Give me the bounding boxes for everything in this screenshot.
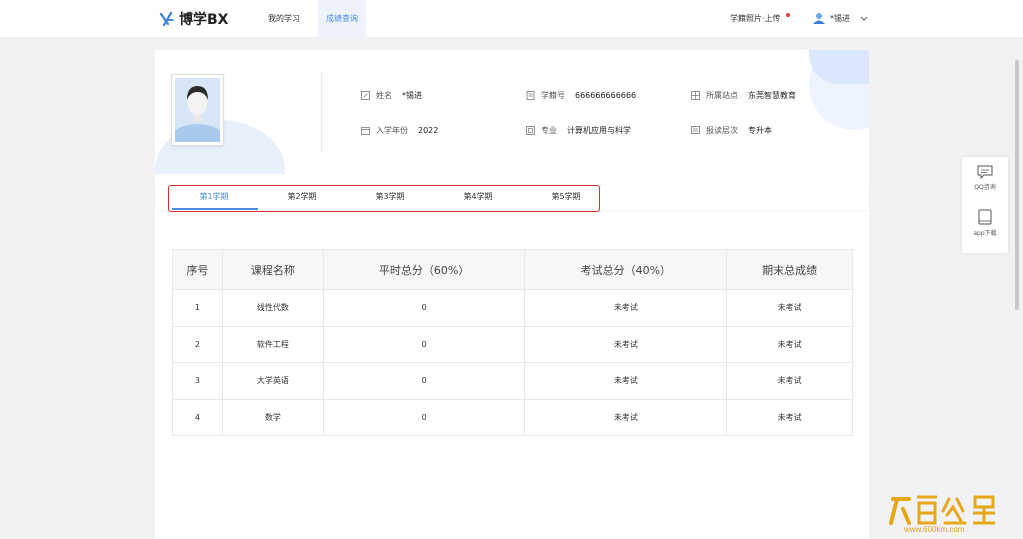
cell-final: 未考试	[726, 289, 853, 327]
cell-index: 3	[172, 362, 223, 400]
header-regular-score: 平时总分（60%）	[322, 249, 526, 290]
info-major: 专业 计算机应用与科学	[526, 125, 631, 136]
qq-consult-label: QQ咨询	[974, 184, 996, 191]
cell-regular: 0	[322, 362, 526, 400]
header-exam-score: 考试总分（40%）	[524, 249, 728, 290]
divider	[321, 72, 322, 152]
table-row: 3 大学英语 0 未考试 未考试	[172, 362, 853, 400]
table-row: 4 数学 0 未考试 未考试	[172, 398, 853, 436]
cell-exam: 未考试	[524, 362, 728, 400]
cell-course: 大学英语	[221, 362, 324, 400]
header-final-score: 期末总成绩	[726, 249, 853, 290]
info-site: 所属站点 东莞智慧教育	[691, 90, 796, 101]
info-level: 报读层次 专升本	[691, 125, 772, 136]
tabs-highlight-box	[168, 185, 600, 212]
scrollbar[interactable]	[1015, 60, 1019, 310]
table-row: 2 软件工程 0 未考试 未考试	[172, 325, 853, 363]
user-menu[interactable]: *锡进	[812, 11, 868, 25]
year-label: 入学年份	[376, 126, 408, 135]
notification-dot	[786, 13, 790, 17]
table-row: 1 线性代数 0 未考试 未考试	[172, 289, 853, 327]
student-id-label: 学籍号	[541, 91, 565, 100]
tablet-icon	[978, 209, 992, 225]
header-index: 序号	[172, 249, 223, 290]
info-name: 姓名 *锡进	[361, 90, 422, 101]
qq-consult-button[interactable]: QQ咨询	[962, 165, 1008, 191]
building-icon	[691, 91, 700, 100]
logo[interactable]: 博学BX	[159, 9, 228, 29]
major-label: 专业	[541, 126, 557, 135]
id-card-icon	[526, 91, 535, 100]
floating-help-panel: QQ咨询 app下载	[962, 157, 1008, 253]
cell-index: 1	[172, 289, 223, 327]
name-value: *锡进	[402, 91, 422, 100]
grade-table: 序号 课程名称 平时总分（60%） 考试总分（40%） 期末总成绩 1 线性代数…	[172, 249, 853, 436]
calendar-icon	[361, 127, 370, 135]
header-course: 课程名称	[221, 249, 324, 290]
cell-exam: 未考试	[524, 289, 728, 327]
student-photo	[171, 74, 224, 146]
cell-exam: 未考试	[524, 325, 728, 363]
cell-final: 未考试	[726, 398, 853, 436]
name-label: 姓名	[376, 91, 392, 100]
avatar-placeholder-icon	[175, 78, 220, 142]
site-value: 东莞智慧教育	[748, 91, 796, 100]
top-nav: 博学BX 我的学习 成绩查询 学籍照片·上传 *锡进	[0, 0, 1023, 38]
cell-course: 数学	[221, 398, 324, 436]
edit-icon	[361, 91, 370, 100]
cell-regular: 0	[322, 325, 526, 363]
photo-upload-link[interactable]: 学籍照片·上传	[730, 0, 781, 38]
nav-grade-query[interactable]: 成绩查询	[318, 0, 366, 38]
cell-course: 线性代数	[221, 289, 324, 327]
table-header-row: 序号 课程名称 平时总分（60%） 考试总分（40%） 期末总成绩	[172, 249, 853, 290]
book-icon	[526, 126, 535, 135]
level-value: 专升本	[748, 126, 772, 135]
chevron-down-icon[interactable]	[860, 14, 868, 22]
site-label: 所属站点	[706, 91, 738, 100]
watermark-url: www.600km.com	[904, 525, 965, 534]
document-icon	[691, 126, 700, 134]
cell-final: 未考试	[726, 362, 853, 400]
cell-course: 软件工程	[221, 325, 324, 363]
cell-final: 未考试	[726, 325, 853, 363]
user-name: *锡进	[830, 13, 850, 23]
chat-icon	[977, 165, 993, 179]
logo-text: 博学BX	[179, 12, 229, 28]
info-student-id: 学籍号 666666666666	[526, 90, 636, 101]
cell-index: 2	[172, 325, 223, 363]
profile-section: 姓名 *锡进 学籍号 666666666666 所属站点 东莞智慧教育 入学年份…	[155, 50, 869, 174]
major-value: 计算机应用与科学	[567, 126, 631, 135]
cell-regular: 0	[322, 289, 526, 327]
logo-icon	[159, 11, 174, 27]
nav-my-study[interactable]: 我的学习	[260, 0, 308, 38]
year-value: 2022	[418, 126, 439, 135]
cell-index: 4	[172, 398, 223, 436]
semester-tabs: 第1学期 第2学期 第3学期 第4学期 第5学期	[155, 184, 869, 212]
app-download-button[interactable]: app下载	[962, 209, 1008, 237]
cell-exam: 未考试	[524, 398, 728, 436]
level-label: 报读层次	[706, 126, 738, 135]
user-avatar-icon	[813, 13, 825, 24]
info-year: 入学年份 2022	[361, 125, 438, 136]
cell-regular: 0	[322, 398, 526, 436]
student-id-value: 666666666666	[575, 91, 637, 100]
app-download-label: app下载	[973, 230, 997, 237]
